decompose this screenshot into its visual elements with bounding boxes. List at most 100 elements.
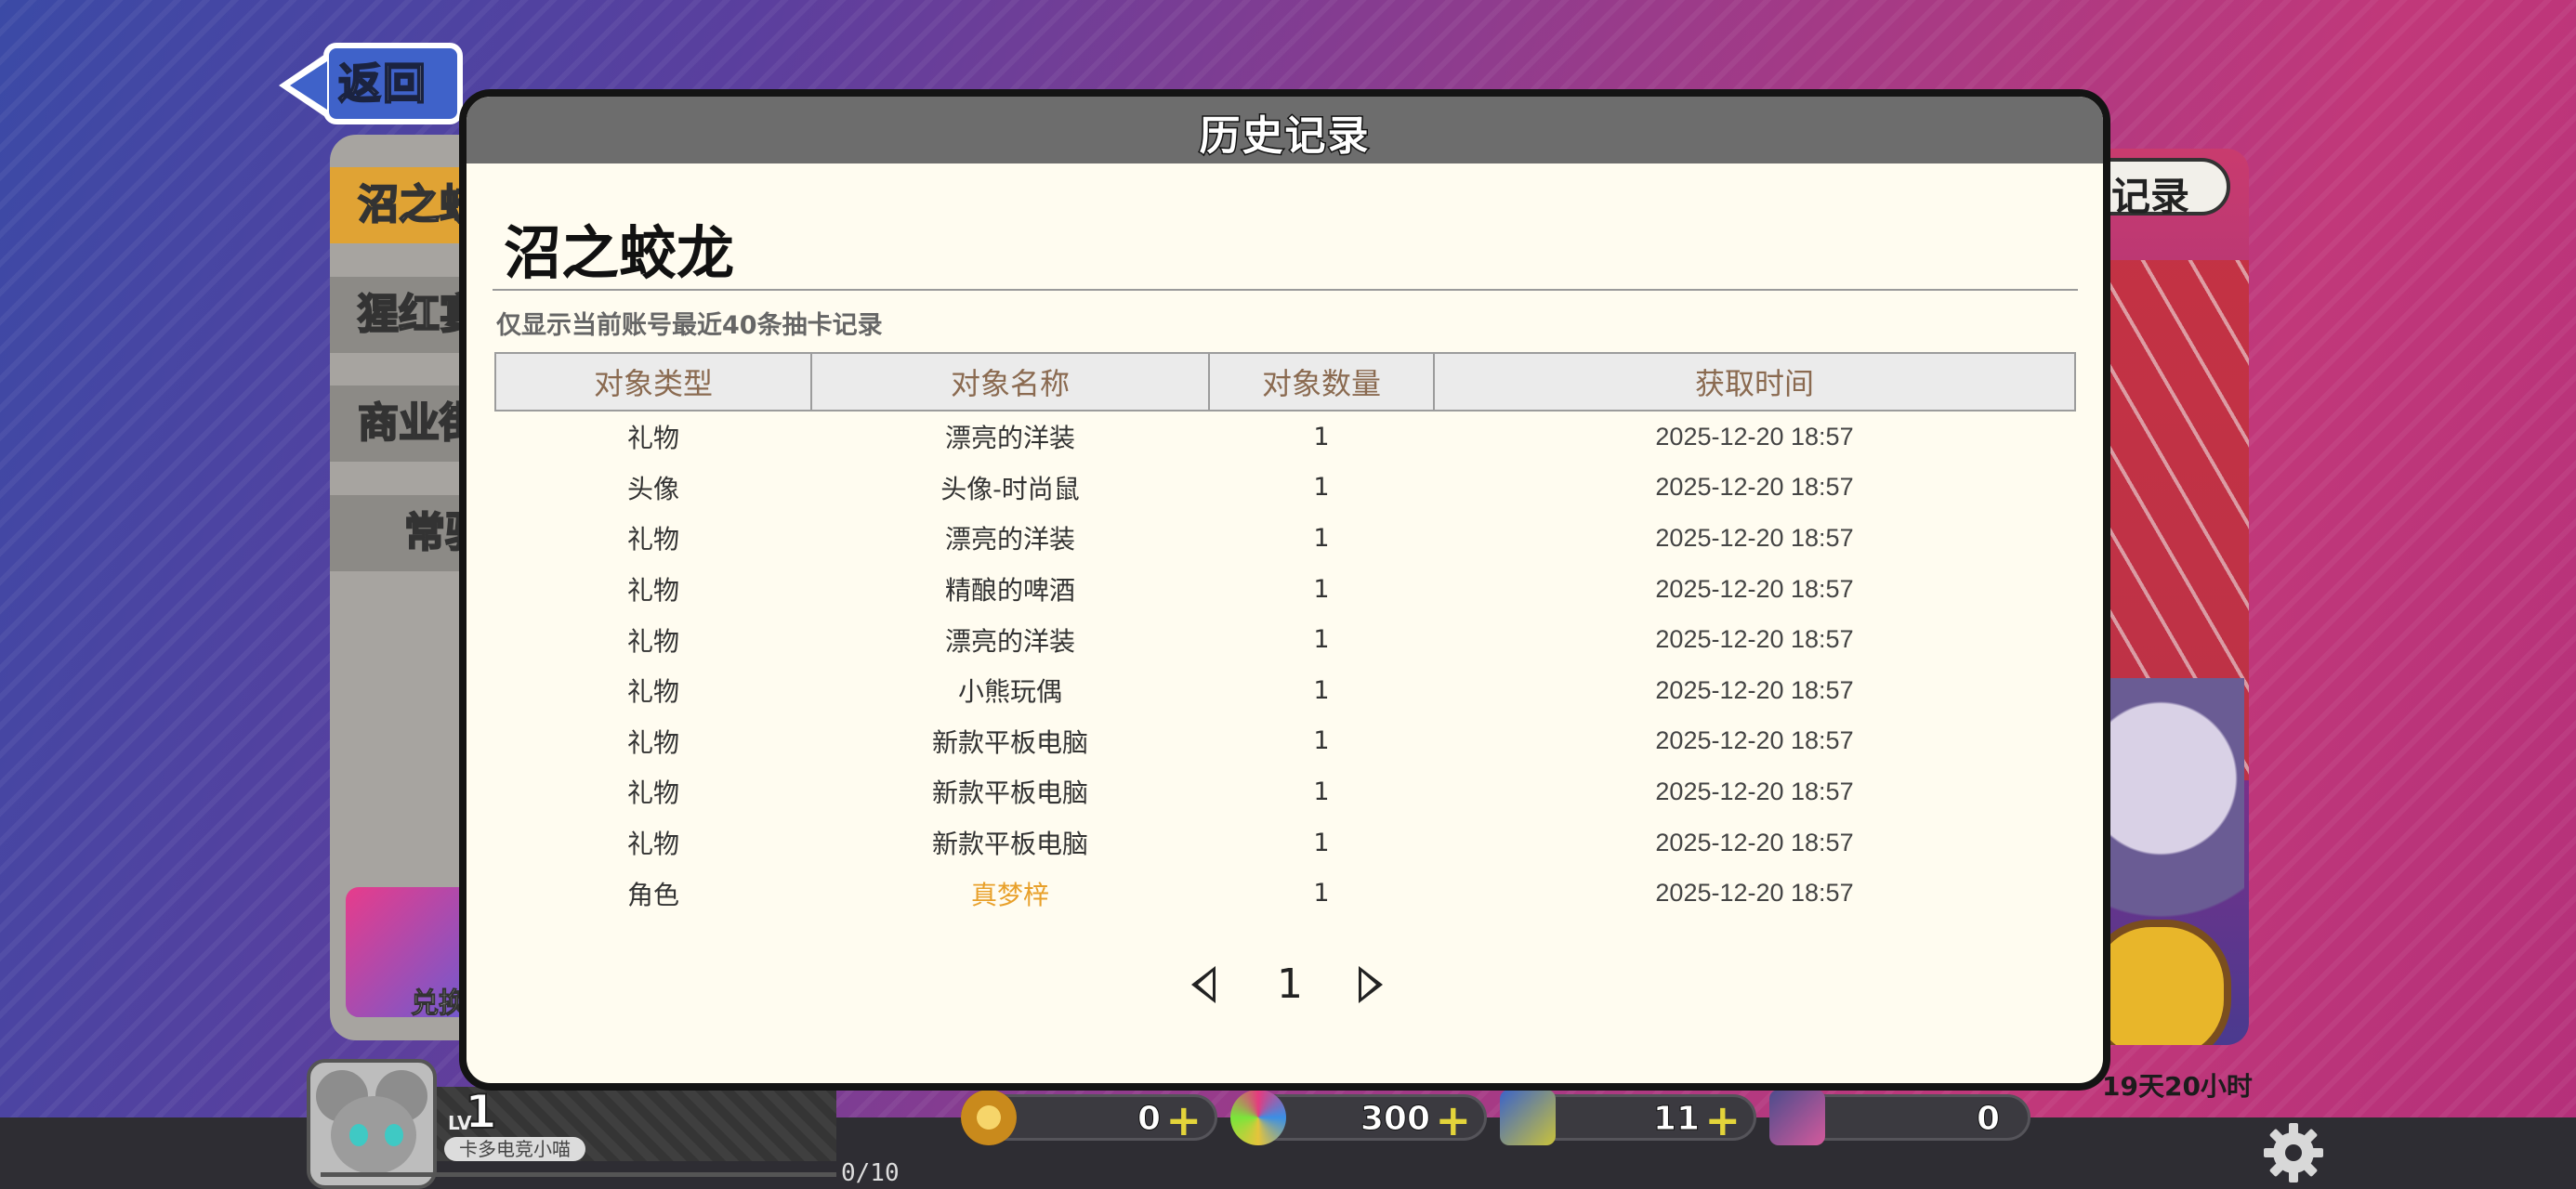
currency-gold-coin: 0 +	[961, 1090, 1217, 1145]
divider	[493, 289, 2078, 291]
table-row: 礼物 小熊玩偶 1 2025-12-20 18:57	[495, 665, 2075, 716]
cell-type: 礼物	[626, 423, 679, 454]
cell-type: 礼物	[626, 676, 679, 708]
add-ticket-button[interactable]: +	[1704, 1095, 1741, 1145]
pool-tab-1[interactable]: 猩红宴	[330, 277, 479, 353]
avatar[interactable]	[307, 1059, 437, 1189]
cell-time: 2025-12-20 18:57	[1655, 523, 1854, 552]
records-table: 对象类型 对象名称 对象数量 获取时间 礼物 漂亮的洋装 1 2025-12-20 1…	[494, 352, 2076, 919]
cell-count: 1	[1313, 523, 1330, 553]
cell-count: 1	[1313, 574, 1330, 604]
level-value: 1	[464, 1084, 498, 1140]
table-row: 礼物 漂亮的洋装 1 2025-12-20 18:57	[495, 513, 2075, 564]
pagination: 1	[467, 960, 2103, 1016]
back-button[interactable]: 返回	[279, 39, 474, 132]
cell-time: 2025-12-20 18:57	[1655, 473, 1854, 502]
cell-time: 2025-12-20 18:57	[1655, 828, 1854, 856]
cell-name: 漂亮的洋装	[944, 423, 1075, 454]
cell-count: 1	[1313, 828, 1330, 857]
cell-name: 新款平板电脑	[931, 726, 1088, 758]
table-row: 礼物 精酿的啤酒 1 2025-12-20 18:57	[495, 564, 2075, 615]
mouse-eye-right	[385, 1124, 403, 1146]
gold-coin-icon	[961, 1090, 1017, 1145]
currency-ticket: 11 +	[1500, 1090, 1756, 1145]
col-header-type: 对象类型	[494, 352, 812, 412]
cell-count: 1	[1313, 625, 1330, 655]
cell-name: 头像-时尚鼠	[940, 473, 1080, 504]
cell-type: 角色	[626, 879, 679, 910]
cell-name: 真梦梓	[970, 879, 1049, 910]
exchange-label: 兑换	[411, 987, 467, 1018]
pool-tab-3[interactable]: 常驻	[330, 495, 479, 571]
table-row: 礼物 漂亮的洋装 1 2025-12-20 18:57	[495, 411, 2075, 463]
left-arrow-inner	[290, 61, 327, 110]
table-header-row: 对象类型 对象名称 对象数量 获取时间	[494, 352, 2076, 412]
record-tab-label: 记录	[2111, 174, 2190, 219]
table-row: 礼物 新款平板电脑 1 2025-12-20 18:57	[495, 817, 2075, 869]
col-header-name: 对象名称	[810, 352, 1210, 412]
draw-ticket-icon	[2105, 920, 2231, 1045]
records-body: 礼物 漂亮的洋装 1 2025-12-20 18:57 头像 头像-时尚鼠 1 2025-12…	[495, 411, 2075, 919]
dialog-title: 历史记录	[1198, 111, 1371, 162]
currency-value: 300	[1360, 1100, 1430, 1139]
col-header-time: 获取时间	[1433, 352, 2076, 412]
table-row: 头像 头像-时尚鼠 1 2025-12-20 18:57	[495, 463, 2075, 514]
triangle-right-icon[interactable]	[1359, 966, 1383, 1003]
page-number: 1	[1277, 960, 1303, 1008]
history-dialog: 历史记录 沼之蛟龙 仅显示当前账号最近40条抽卡记录 对象类型 对象名称 对象数…	[459, 89, 2110, 1091]
table-row: 礼物 漂亮的洋装 1 2025-12-20 18:57	[495, 614, 2075, 665]
cell-type: 礼物	[626, 625, 679, 657]
triangle-left-icon[interactable]	[1191, 966, 1216, 1003]
mouse-face	[331, 1096, 416, 1174]
cell-count: 1	[1313, 726, 1330, 756]
cell-count: 1	[1313, 473, 1330, 503]
pool-tab-2[interactable]: 商业街	[330, 385, 479, 462]
cell-count: 1	[1313, 777, 1330, 806]
cell-time: 2025-12-20 18:57	[1655, 675, 1854, 704]
currency-gem: 300 +	[1230, 1090, 1487, 1145]
col-header-count: 对象数量	[1208, 352, 1435, 412]
ticket-icon	[1500, 1090, 1556, 1145]
cell-count: 1	[1313, 879, 1330, 908]
cell-type: 头像	[626, 473, 679, 504]
cell-time: 2025-12-20 18:57	[1655, 625, 1854, 654]
card-icon	[1769, 1090, 1825, 1145]
cell-name: 小熊玩偶	[957, 676, 1062, 708]
cell-name: 漂亮的洋装	[944, 524, 1075, 555]
exchange-button[interactable]: 兑换	[346, 887, 476, 1017]
cell-type: 礼物	[626, 777, 679, 809]
cell-time: 2025-12-20 18:57	[1655, 574, 1854, 603]
cell-name: 精酿的啤酒	[944, 575, 1075, 607]
table-row: 礼物 新款平板电脑 1 2025-12-20 18:57	[495, 716, 2075, 767]
gear-icon[interactable]	[2260, 1119, 2327, 1186]
back-label: 返回	[337, 58, 427, 110]
player-name: 卡多电竞小喵	[444, 1137, 585, 1161]
currency-value: 11	[1652, 1100, 1700, 1139]
cell-time: 2025-12-20 18:57	[1655, 777, 1854, 805]
cell-count: 1	[1313, 422, 1330, 451]
rainbow-gem-icon	[1230, 1090, 1286, 1145]
currency-card: 0	[1769, 1090, 2031, 1145]
cell-type: 礼物	[626, 829, 679, 860]
add-gem-button[interactable]: +	[1435, 1095, 1471, 1145]
cell-name: 新款平板电脑	[931, 777, 1088, 809]
exp-text: 0/10	[841, 1159, 900, 1187]
currency-value: 0	[1976, 1100, 2000, 1139]
add-gold-button[interactable]: +	[1165, 1095, 1202, 1145]
cell-type: 礼物	[626, 575, 679, 607]
cell-count: 1	[1313, 675, 1330, 705]
cell-time: 2025-12-20 18:57	[1655, 879, 1854, 908]
cell-name: 新款平板电脑	[931, 829, 1088, 860]
table-row: 角色 真梦梓 1 2025-12-20 18:57	[495, 868, 2075, 919]
table-row: 礼物 新款平板电脑 1 2025-12-20 18:57	[495, 766, 2075, 817]
currency-value: 0	[1137, 1100, 1161, 1139]
pool-name: 沼之蛟龙	[504, 219, 735, 287]
cell-name: 漂亮的洋装	[944, 625, 1075, 657]
record-note: 仅显示当前账号最近40条抽卡记录	[496, 311, 883, 340]
pool-tab-0[interactable]: 沼之蛟龙	[330, 167, 479, 243]
exp-bar	[321, 1172, 836, 1177]
pool-banner-art	[2105, 149, 2249, 1045]
cell-type: 礼物	[626, 524, 679, 555]
mouse-eye-left	[349, 1124, 368, 1146]
pool-timer: 19天20小时	[2102, 1071, 2253, 1102]
